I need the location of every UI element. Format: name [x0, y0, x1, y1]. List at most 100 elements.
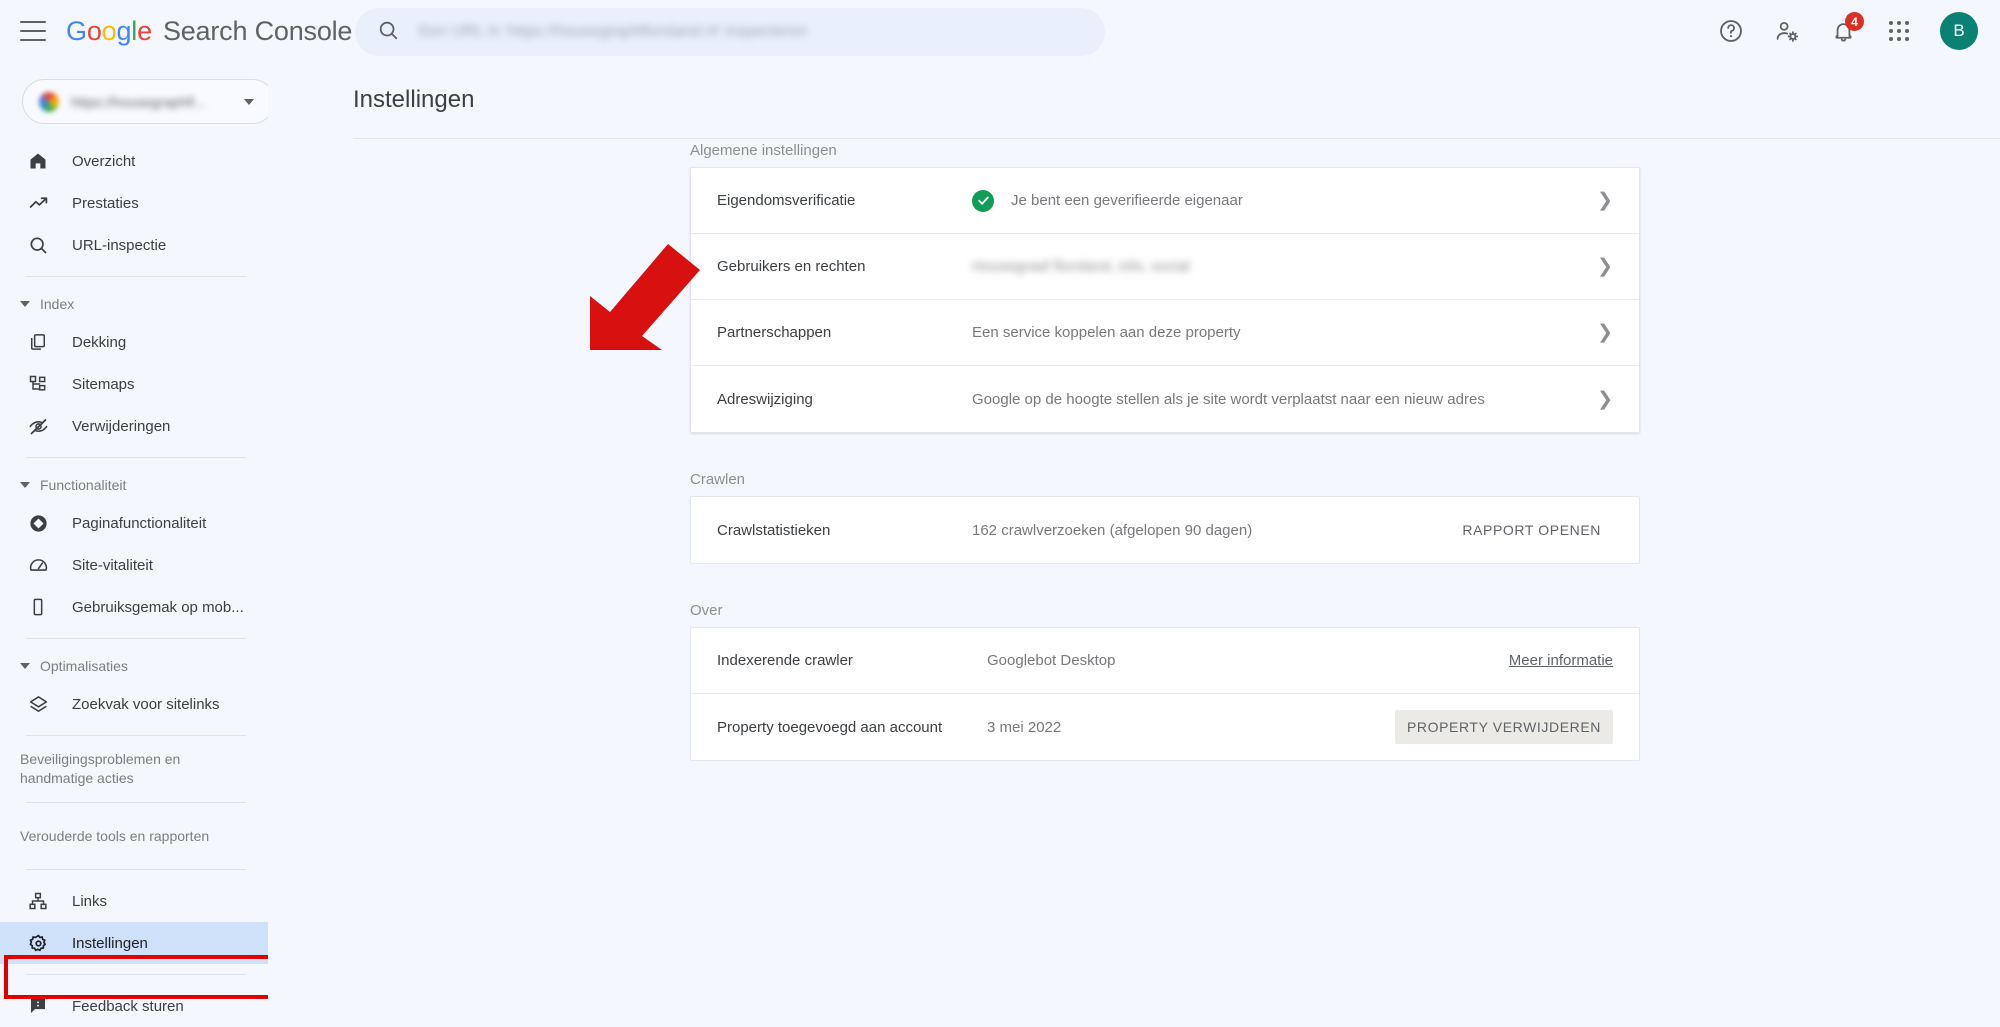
sidebar-item-label: Gebruiksgemak op mob... — [72, 598, 244, 616]
sidebar-item-label: Sitemaps — [72, 375, 135, 393]
logo-letter-o1: o — [86, 15, 102, 46]
row-gebruikers-en-rechten[interactable]: Gebruikers en rechten Housegraaf florsla… — [691, 234, 1639, 300]
search-input[interactable]: Een URL in 'https://housegraphflorsland.… — [355, 8, 1105, 56]
chevron-right-icon: ❯ — [1597, 256, 1613, 277]
more-info-link[interactable]: Meer informatie — [1509, 652, 1613, 669]
search-placeholder-text: Een URL in 'https://housegraphflorsland.… — [419, 23, 808, 40]
row-indexerende-crawler: Indexerende crawler Googlebot Desktop Me… — [691, 628, 1639, 694]
property-selector-value: https://housegraphfl... — [71, 93, 206, 110]
gear-icon — [26, 931, 50, 955]
sidebar-item-label: Paginafunctionaliteit — [72, 514, 207, 532]
sidebar-item-label: Dekking — [72, 333, 127, 351]
chevron-down-icon — [20, 663, 30, 669]
row-label: Eigendomsverificatie — [717, 192, 856, 209]
sidebar-group-beveiligingsproblemen[interactable]: Beveiligingsproblemen en handmatige acti… — [0, 746, 268, 792]
chevron-right-icon: ❯ — [1597, 322, 1613, 343]
sidebar-group-verouderde-tools[interactable]: Verouderde tools en rapporten — [0, 813, 268, 859]
apps-grid-icon[interactable] — [1884, 16, 1914, 46]
divider — [353, 138, 2000, 139]
sidebar-item-gebruiksgemak-mobiel[interactable]: Gebruiksgemak op mob... — [0, 586, 268, 628]
sidebar-item-label: Overzicht — [72, 152, 136, 170]
account-settings-icon[interactable] — [1772, 16, 1802, 46]
property-favicon-icon — [39, 91, 59, 112]
sidebar-item-links[interactable]: Links — [0, 880, 268, 922]
divider — [26, 276, 246, 277]
divider — [26, 735, 246, 736]
sidebar-item-label: Site-vitaliteit — [72, 556, 153, 574]
trending-up-icon — [26, 191, 50, 215]
sidebar-item-zoekvak-voor-sitelinks[interactable]: Zoekvak voor sitelinks — [0, 683, 268, 725]
sidebar: https://housegraphfl... Overzicht Presta… — [0, 62, 275, 1015]
sidebar-nav: Overzicht Prestaties URL-inspectie Index — [0, 140, 268, 1027]
links-icon — [26, 889, 50, 913]
app-brand: Google Search Console — [66, 16, 352, 47]
divider — [26, 869, 246, 870]
hamburger-icon[interactable] — [20, 21, 46, 41]
row-label: Partnerschappen — [717, 324, 832, 341]
speedometer-icon — [26, 553, 50, 577]
home-icon — [26, 149, 50, 173]
sidebar-item-label: URL-inspectie — [72, 236, 167, 254]
eye-off-icon — [26, 414, 50, 438]
page-experience-icon — [26, 511, 50, 535]
notification-badge: 4 — [1845, 12, 1864, 31]
row-value-text: 162 crawlverzoeken (afgelopen 90 dagen) — [972, 521, 1253, 539]
sidebar-item-instellingen[interactable]: Instellingen — [0, 922, 268, 964]
row-value-text: Je bent een geverifieerde eigenaar — [1011, 192, 1243, 209]
card-crawlen: Crawlstatistieken 162 crawlverzoeken (af… — [690, 496, 1640, 564]
help-icon[interactable] — [1716, 16, 1746, 46]
sidebar-item-overzicht[interactable]: Overzicht — [0, 140, 268, 182]
section-label-over: Over — [690, 602, 723, 619]
row-crawlstatistieken: Crawlstatistieken 162 crawlverzoeken (af… — [691, 497, 1639, 563]
row-partnerschappen[interactable]: Partnerschappen Een service koppelen aan… — [691, 300, 1639, 366]
sidebar-group-label: Index — [40, 296, 75, 312]
sidebar-item-url-inspectie[interactable]: URL-inspectie — [0, 224, 268, 266]
pages-icon — [26, 330, 50, 354]
chevron-right-icon: ❯ — [1597, 388, 1613, 410]
chevron-down-icon — [20, 301, 30, 307]
row-label: Indexerende crawler — [717, 652, 853, 669]
row-adreswijziging[interactable]: Adreswijziging Google op de hoogte stell… — [691, 366, 1639, 432]
sidebar-item-dekking[interactable]: Dekking — [0, 321, 268, 363]
row-value-text: Een service koppelen aan deze property — [972, 324, 1241, 341]
sidebar-group-label: Verouderde tools en rapporten — [20, 827, 210, 844]
sidebar-group-functionaliteit[interactable]: Functionaliteit — [0, 468, 268, 502]
row-value-text: Housegraaf florsland, info, social — [972, 258, 1190, 275]
top-bar-actions: 4 B — [1716, 0, 1978, 62]
logo-letter-g2: g — [116, 15, 132, 46]
row-label: Gebruikers en rechten — [717, 258, 866, 275]
sidebar-item-feedback-sturen[interactable]: Feedback sturen — [0, 985, 268, 1027]
bell-icon[interactable]: 4 — [1828, 12, 1864, 46]
logo-letter-o2: o — [101, 15, 117, 46]
sidebar-item-verwijderingen[interactable]: Verwijderingen — [0, 405, 268, 447]
divider — [26, 802, 246, 803]
chevron-right-icon: ❯ — [1597, 190, 1613, 211]
delete-property-button[interactable]: PROPERTY VERWIJDEREN — [1394, 710, 1613, 744]
open-report-button[interactable]: RAPPORT OPENEN — [1450, 513, 1613, 547]
row-value-text: Google op de hoogte stellen als je site … — [972, 390, 1485, 408]
sidebar-item-label: Zoekvak voor sitelinks — [72, 695, 220, 713]
sidebar-item-site-vitaliteit[interactable]: Site-vitaliteit — [0, 544, 268, 586]
sidebar-item-label: Feedback sturen — [72, 997, 184, 1015]
sidebar-item-sitemaps[interactable]: Sitemaps — [0, 363, 268, 405]
row-value-text: Googlebot Desktop — [987, 652, 1116, 669]
sidebar-group-optimalisaties[interactable]: Optimalisaties — [0, 649, 268, 683]
row-property-toegevoegd: Property toegevoegd aan account 3 mei 20… — [691, 694, 1639, 760]
row-value-text: 3 mei 2022 — [987, 718, 1062, 736]
row-eigendomsverificatie[interactable]: Eigendomsverificatie Je bent een geverif… — [691, 168, 1639, 234]
sidebar-item-prestaties[interactable]: Prestaties — [0, 182, 268, 224]
logo-letter-e: e — [137, 15, 152, 46]
sidebar-group-index[interactable]: Index — [0, 287, 268, 321]
card-algemene-instellingen: Eigendomsverificatie Je bent een geverif… — [690, 167, 1640, 433]
sidebar-group-label: Functionaliteit — [40, 477, 127, 493]
divider — [26, 974, 246, 975]
sidebar-item-paginafunctionaliteit[interactable]: Paginafunctionaliteit — [0, 502, 268, 544]
property-selector[interactable]: https://housegraphfl... — [22, 79, 275, 124]
section-label-crawlen: Crawlen — [690, 471, 746, 488]
sidebar-group-label: Optimalisaties — [40, 658, 128, 674]
sidebar-item-label: Prestaties — [72, 194, 139, 212]
avatar[interactable]: B — [1940, 12, 1978, 50]
row-value: Je bent een geverifieerde eigenaar — [972, 189, 1597, 212]
